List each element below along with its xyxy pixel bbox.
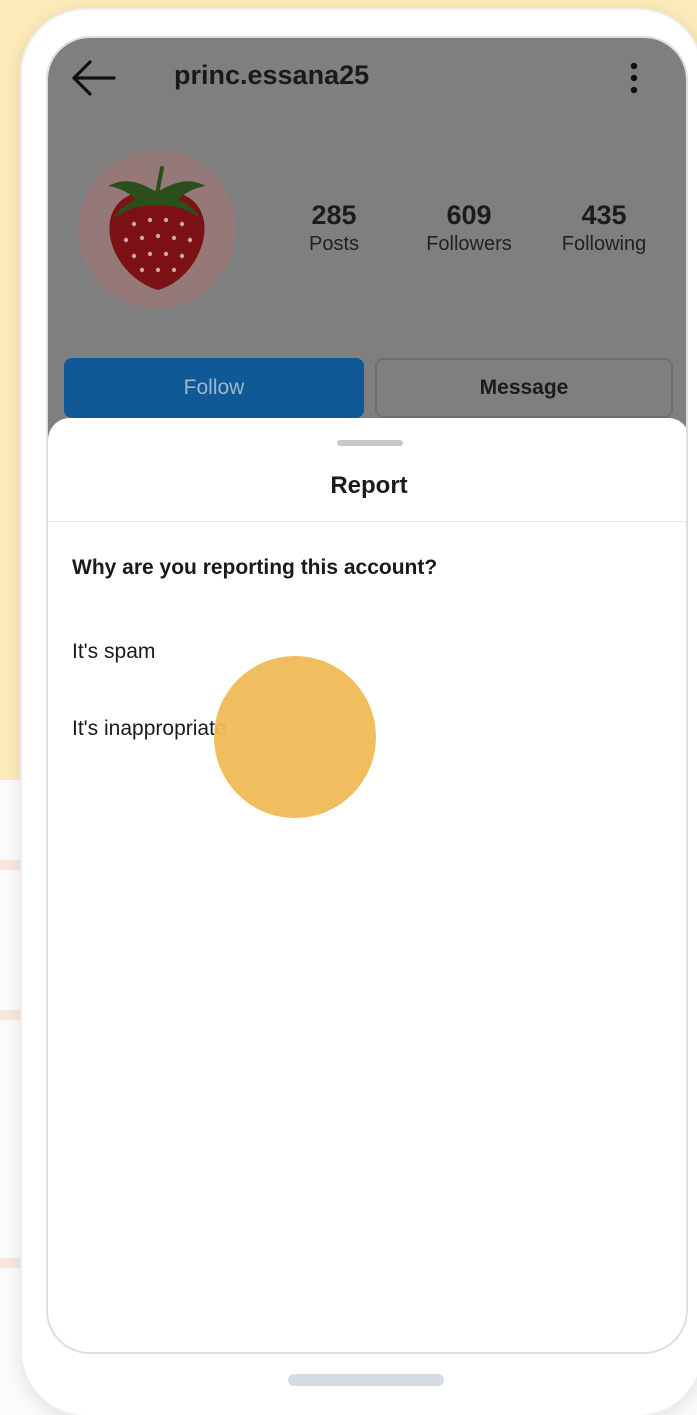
report-option-inappropriate[interactable]: It's inappropriate [72,717,227,741]
profile-avatar[interactable] [78,150,236,308]
stat-following-label: Following [561,233,647,255]
stat-followers-value: 609 [446,200,492,230]
report-bottom-sheet: Report Why are you reporting this accoun… [48,418,686,1352]
strawberry-icon [108,166,206,290]
back-arrow-icon[interactable] [70,58,116,98]
message-button[interactable]: Message [375,358,673,418]
stat-posts[interactable]: 285 Posts [296,200,372,256]
stat-followers-label: Followers [426,233,512,255]
stat-posts-label: Posts [308,233,360,255]
sheet-drag-handle[interactable] [337,440,403,446]
more-options-icon[interactable] [628,60,640,96]
profile-header-dimmed: princ.essana25 285 Posts 609 Followers 4… [48,38,686,438]
stat-followers[interactable]: 609 Followers [418,200,520,256]
report-question: Why are you reporting this account? [72,556,438,579]
profile-username: princ.essana25 [174,60,370,90]
stat-following-value: 435 [581,200,627,230]
sheet-title: Report [330,472,408,499]
sheet-divider [48,521,686,522]
tap-indicator [214,656,376,818]
stat-posts-value: 285 [311,200,357,230]
home-indicator[interactable] [288,1374,444,1386]
stat-following[interactable]: 435 Following [553,200,655,256]
follow-button[interactable]: Follow [64,358,364,418]
phone-screen: princ.essana25 285 Posts 609 Followers 4… [46,36,688,1354]
report-option-spam[interactable]: It's spam [72,640,155,664]
